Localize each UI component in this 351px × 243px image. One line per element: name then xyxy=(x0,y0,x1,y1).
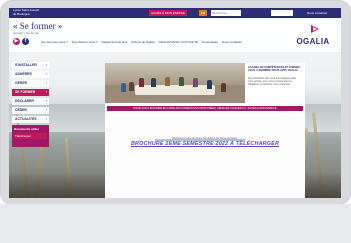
menu-item-adherer[interactable]: ADHÉRER › xyxy=(12,71,49,78)
photo-person xyxy=(207,80,212,89)
date-field[interactable] xyxy=(271,10,293,16)
menu-item-label: DÉCLARER xyxy=(15,99,34,103)
menu-item-label: GÉRER xyxy=(15,81,28,85)
search-input[interactable]: Recherche xyxy=(211,10,241,16)
menu-item-label: ACTUALITÉS xyxy=(15,117,37,121)
photo-person xyxy=(221,83,226,92)
photo-person xyxy=(139,78,144,87)
menu-item-label: CÉDER xyxy=(15,108,27,112)
main-content: GAGNEZ EN COMPÉTENCES ET FORMEZ-VOUS À M… xyxy=(105,63,305,198)
intro-panel: GAGNEZ EN COMPÉTENCES ET FORMEZ-VOUS À M… xyxy=(245,63,305,103)
nav-item[interactable]: OGALIA DANS L'ACTUALITÉ xyxy=(158,40,198,44)
training-photo xyxy=(105,63,245,103)
ogalia-logo[interactable]: OGALIA xyxy=(291,24,335,46)
menu-item-sinstaller[interactable]: S'INSTALLER › xyxy=(12,62,49,69)
photo-person xyxy=(121,83,126,92)
bottom-bar xyxy=(0,204,351,243)
menu-item-label: S'INSTALLER xyxy=(15,63,37,67)
chevron-right-icon: › xyxy=(45,81,47,85)
menu-item-gerer[interactable]: GÉRER › xyxy=(12,80,49,87)
chevron-right-icon: › xyxy=(45,72,47,76)
chevron-right-icon: › xyxy=(45,117,47,121)
photo-wall xyxy=(105,63,245,85)
facebook-icon[interactable]: f xyxy=(22,38,29,45)
brochure-caption: Découvrez notre brochure formations du 2… xyxy=(172,137,238,140)
photo-person xyxy=(179,77,184,86)
site-header: « Se former » Accueil > Se former ▶ f Qu… xyxy=(9,18,341,52)
brochure-download-link[interactable]: BROCHURE 2EME SEMESTRE 2022 À TÉLÉCHARGE… xyxy=(105,141,305,147)
access-space-button[interactable]: ACCÈS À MON ESPACE xyxy=(149,10,187,16)
youtube-icon[interactable]: ▶ xyxy=(13,38,20,45)
chevron-right-icon: › xyxy=(45,99,47,103)
side-menu: S'INSTALLER › ADHÉRER › GÉRER › SE FORMER › … xyxy=(12,62,49,147)
top-bar: Lycée Saint-Joseph de Boulogne ACCÈS À M… xyxy=(9,8,341,18)
menu-item-label: SE FORMER xyxy=(15,90,36,94)
school-name[interactable]: Lycée Saint-Joseph de Boulogne xyxy=(13,8,43,16)
content-area: POUR VOUS INSCRIRE EN LIGNE AUX FORMATIO… xyxy=(105,103,305,198)
chevron-right-icon: › xyxy=(45,63,47,67)
language-button[interactable]: FR xyxy=(199,10,207,16)
photo-person xyxy=(129,82,134,91)
menu-item-actualites[interactable]: ACTUALITÉS › xyxy=(12,116,49,123)
intro-title: GAGNEZ EN COMPÉTENCES ET FORMEZ-VOUS À M… xyxy=(248,66,301,73)
breadcrumb[interactable]: Accueil > Se former xyxy=(13,31,39,35)
menu-item-declarer[interactable]: DÉCLARER › xyxy=(12,98,49,105)
documents-download-link[interactable]: Télécharger xyxy=(14,133,47,139)
intro-body: Des formations pour vous accompagner dan… xyxy=(248,77,297,86)
main-nav: Qui sommes-nous ? Que faisons-nous ? Règ… xyxy=(41,40,245,44)
nav-item[interactable]: Nous contacter xyxy=(222,40,242,44)
menu-item-ceder[interactable]: CÉDER › xyxy=(12,107,49,114)
logo-mark-icon xyxy=(311,25,319,33)
photo-person xyxy=(193,78,198,87)
nav-item[interactable]: Qui sommes-nous ? xyxy=(41,40,68,44)
nav-item[interactable]: Règlements Ecoles xyxy=(102,40,128,44)
chevron-right-icon: › xyxy=(45,108,47,112)
nav-item[interactable]: Nouveautés xyxy=(202,40,218,44)
photo-person xyxy=(151,78,156,87)
menu-item-label: ADHÉRER xyxy=(15,72,32,76)
photo-table xyxy=(135,85,215,95)
brand-name: OGALIA xyxy=(296,37,330,46)
nav-item[interactable]: Que faisons-nous ? xyxy=(72,40,98,44)
nav-item[interactable]: Actions de Ogalia xyxy=(131,40,155,44)
menu-item-se-former[interactable]: SE FORMER › xyxy=(12,89,49,96)
page-title: « Se former » xyxy=(13,21,63,31)
contact-link[interactable]: Nous contacter xyxy=(305,10,329,16)
documents-box: Documents utiles Télécharger xyxy=(12,125,49,147)
chevron-right-icon: › xyxy=(45,90,47,94)
browser-screen: Lycée Saint-Joseph de Boulogne ACCÈS À M… xyxy=(9,8,341,198)
photo-person xyxy=(165,77,170,86)
documents-title: Documents utiles xyxy=(14,127,40,131)
device-panel: Lycée Saint-Joseph de Boulogne ACCÈS À M… xyxy=(0,0,351,243)
register-banner-link[interactable]: POUR VOUS INSCRIRE EN LIGNE AUX FORMATIO… xyxy=(107,106,303,111)
